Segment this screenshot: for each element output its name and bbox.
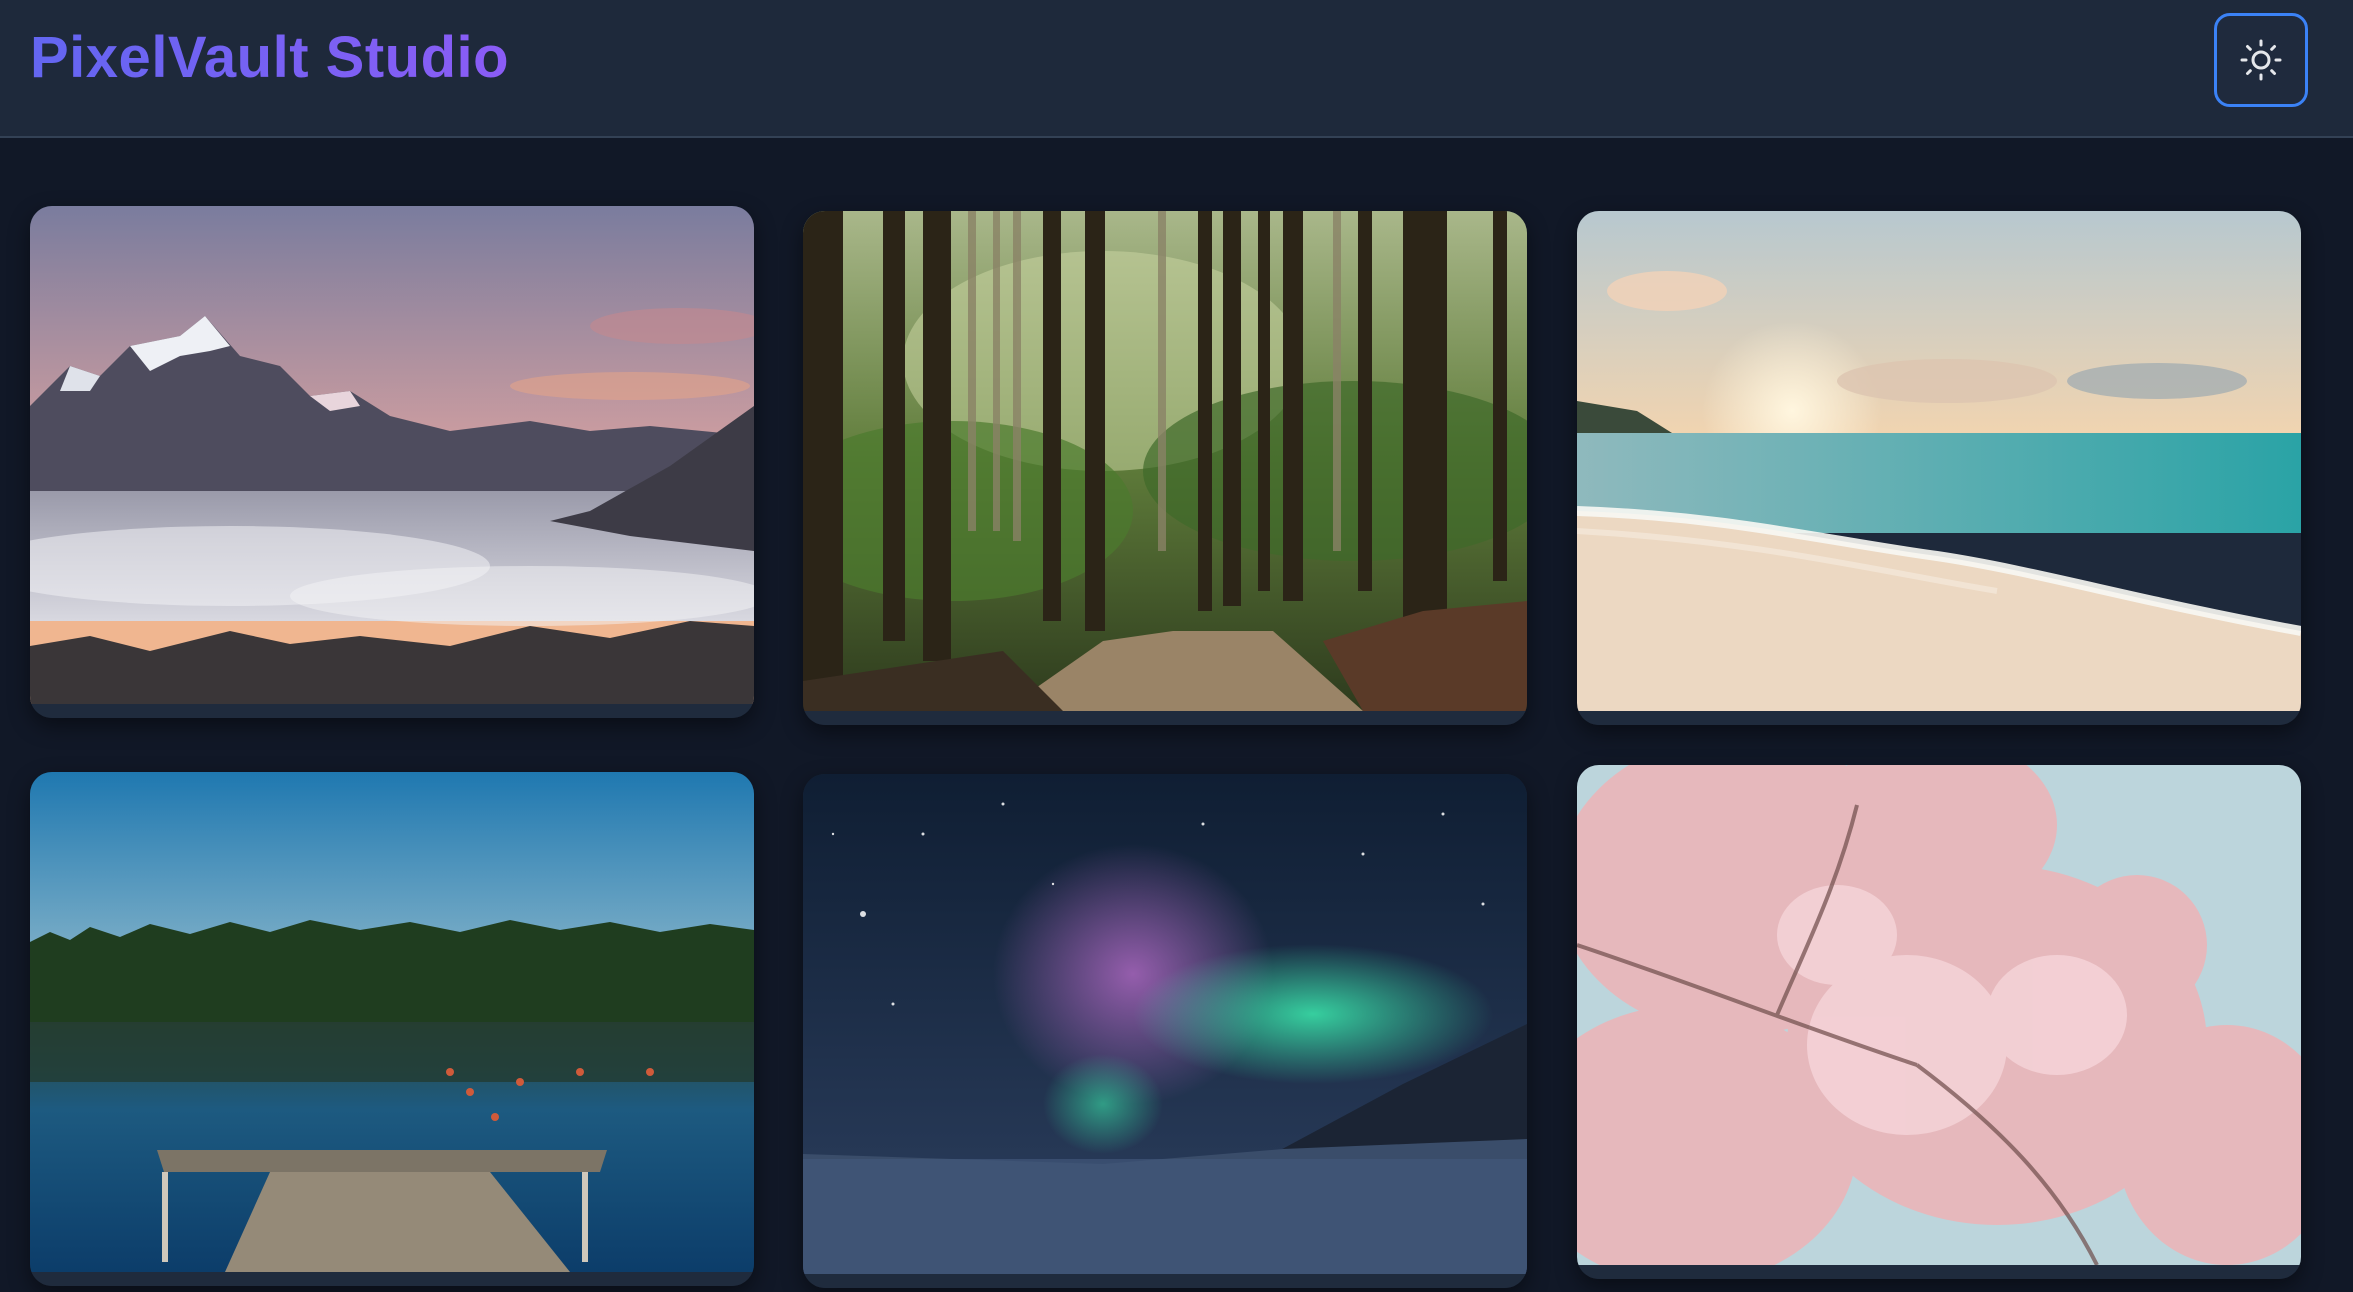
brand-logo[interactable]: PixelVault Studio	[30, 22, 509, 94]
aurora-image	[803, 774, 1527, 1274]
sun-icon	[2239, 38, 2283, 82]
card-footer	[30, 1272, 754, 1286]
beach-image	[1577, 211, 2301, 711]
card-footer	[30, 704, 754, 718]
app-header: PixelVault Studio	[0, 0, 2353, 138]
gallery-card-cherry-blossom[interactable]	[1577, 765, 2301, 1279]
mountains-image	[30, 206, 754, 704]
card-footer	[803, 1274, 1527, 1288]
gallery-card-aurora[interactable]	[803, 774, 1527, 1288]
gallery-card-mountains[interactable]	[30, 206, 754, 718]
forest-image	[803, 211, 1527, 711]
card-footer	[1577, 1265, 2301, 1279]
theme-toggle-button[interactable]	[2214, 13, 2308, 107]
gallery-card-beach[interactable]	[1577, 211, 2301, 725]
card-footer	[803, 711, 1527, 725]
image-gallery	[0, 138, 2353, 1292]
gallery-card-forest[interactable]	[803, 211, 1527, 725]
cherry-blossom-image	[1577, 765, 2301, 1265]
card-footer	[1577, 711, 2301, 725]
lake-dock-image	[30, 772, 754, 1272]
gallery-card-lake[interactable]	[30, 772, 754, 1286]
